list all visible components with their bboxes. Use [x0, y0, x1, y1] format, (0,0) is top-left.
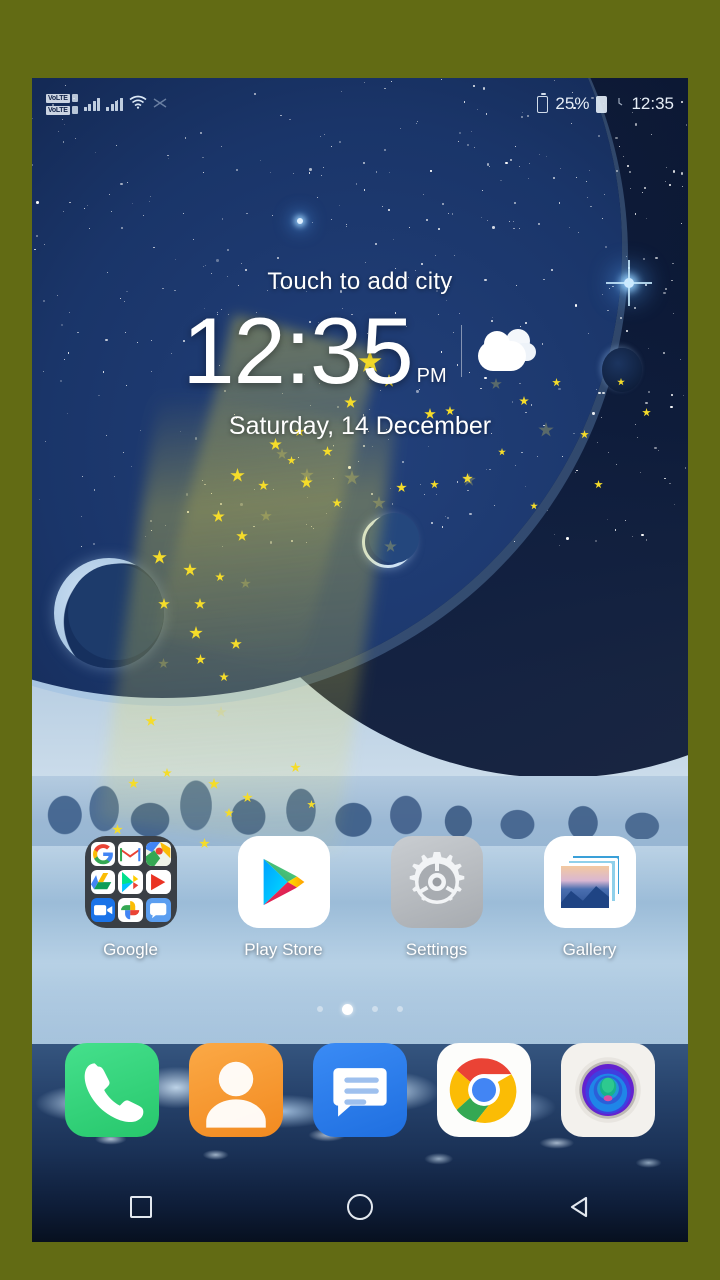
photos-icon	[118, 897, 143, 922]
volte-row-sim2: VoLTE	[46, 105, 78, 115]
gallery-photos	[557, 853, 622, 911]
messages-icon[interactable]	[313, 1043, 407, 1137]
clock-widget[interactable]: Touch to add city 12:35 PM Saturday, 14 …	[32, 268, 688, 441]
alarm-icon	[614, 94, 624, 114]
add-city-label[interactable]: Touch to add city	[32, 268, 688, 296]
sim-2-icon	[71, 106, 78, 114]
camera-icon[interactable]	[561, 1043, 655, 1137]
play-icon	[118, 869, 143, 895]
gmail-icon	[118, 842, 143, 867]
app-label-play-store: Play Store	[244, 940, 323, 959]
meet-icon	[90, 897, 115, 922]
status-bar-left: VoLTE VoLTE	[46, 93, 167, 115]
battery-percent: 25%	[555, 94, 590, 113]
signal-bars-icon	[83, 97, 101, 111]
back-triangle-icon[interactable]	[544, 1185, 614, 1229]
app-play-store[interactable]: Play Store	[229, 836, 339, 960]
clock-time-row: 12:35 PM	[32, 304, 688, 398]
dock	[32, 1043, 688, 1137]
bright-star-small-icon	[297, 218, 303, 224]
app-settings[interactable]: Settings	[382, 836, 492, 960]
app-google-folder[interactable]: Google	[76, 836, 186, 960]
gallery-icon[interactable]	[543, 836, 636, 928]
drive-icon	[90, 869, 115, 895]
page-dot-3[interactable]	[372, 1006, 378, 1012]
phone-screen: VoLTE VoLTE 25% 12:35 Touch to add city …	[32, 78, 688, 1242]
gallery-photo-front	[557, 863, 612, 911]
wifi-off-icon	[153, 96, 167, 113]
wifi-icon	[129, 95, 147, 113]
chrome-icon[interactable]	[437, 1043, 531, 1137]
page-dot-1[interactable]	[317, 1006, 323, 1012]
contacts-icon[interactable]	[189, 1043, 283, 1137]
chat-icon	[146, 897, 171, 922]
app-gallery[interactable]: Gallery	[535, 836, 645, 960]
page-dot-2-active[interactable]	[342, 1003, 353, 1015]
google-folder-icon[interactable]	[84, 836, 177, 928]
gallery-mountain	[560, 886, 609, 908]
widget-divider	[460, 325, 462, 377]
navigation-bar	[32, 1172, 688, 1242]
clock-time: 12:35	[182, 298, 413, 403]
app-grid: Google Play Store Settings Gallery	[32, 836, 688, 960]
volte-badge-1: VoLTE	[46, 93, 70, 103]
phone-icon[interactable]	[65, 1043, 159, 1137]
recents-square-icon[interactable]	[106, 1185, 176, 1229]
signal-bars-icon-2	[106, 97, 123, 111]
home-circle-icon[interactable]	[325, 1185, 395, 1229]
app-label-settings: Settings	[405, 940, 468, 959]
page-indicator[interactable]	[32, 1003, 688, 1015]
volte-indicators: VoLTE VoLTE	[46, 93, 78, 115]
volte-badge-2: VoLTE	[46, 105, 70, 115]
play-store-icon[interactable]	[237, 836, 330, 928]
volte-row-sim1: VoLTE	[46, 93, 78, 103]
settings-gear-icon[interactable]	[390, 836, 483, 928]
status-bar-time: 12:35	[631, 94, 674, 113]
status-bar[interactable]: VoLTE VoLTE 25% 12:35	[32, 78, 688, 130]
battery-icon	[537, 92, 549, 113]
maps-icon	[146, 842, 171, 867]
clock-ampm: PM	[416, 365, 447, 387]
page-dot-4[interactable]	[397, 1006, 403, 1012]
app-label-gallery: Gallery	[562, 940, 617, 959]
partly-cloudy-icon[interactable]	[476, 327, 538, 375]
sim-1-icon	[71, 94, 78, 102]
app-label-google: Google	[103, 940, 158, 959]
youtube-icon	[146, 869, 171, 895]
google-search-icon	[90, 842, 115, 867]
clock-date: Saturday, 14 December	[228, 412, 492, 440]
battery-icon-2	[596, 95, 608, 113]
status-bar-right: 25% 12:35	[537, 92, 674, 114]
